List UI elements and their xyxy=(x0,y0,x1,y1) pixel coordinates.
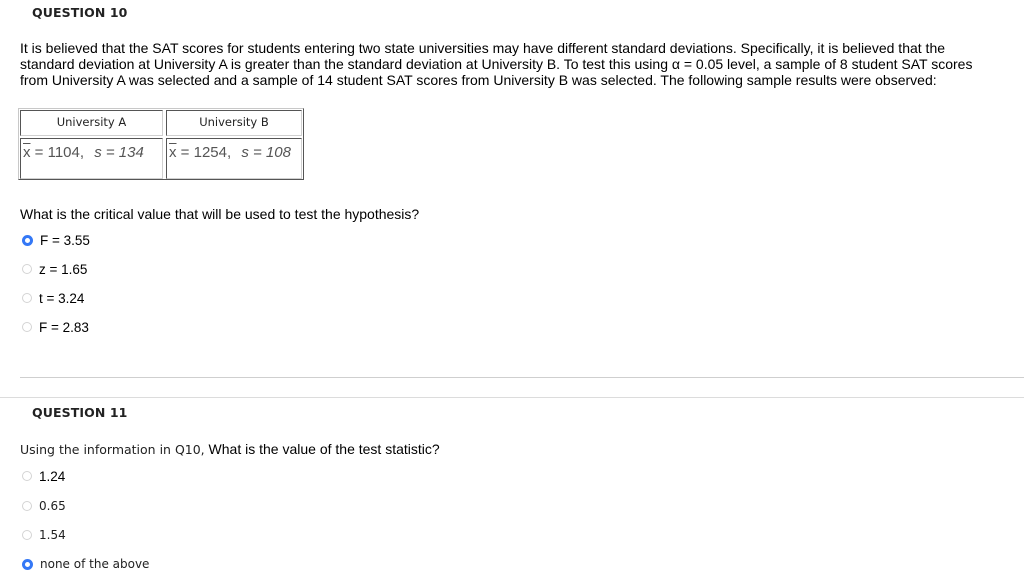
table-header-university-b: University B xyxy=(166,110,302,136)
option-label: none of the above xyxy=(40,557,150,571)
mean-value: = 1104, xyxy=(34,144,85,161)
q11-option-1[interactable]: 1.24 xyxy=(22,468,65,484)
radio-unselected-icon[interactable] xyxy=(22,322,32,332)
question-10-text: It is believed that the SAT scores for s… xyxy=(20,40,973,88)
mean-value: = 1254, xyxy=(180,144,232,161)
option-label: t = 3.24 xyxy=(39,290,85,306)
sample-results-table: University A University B x = 1104, s = … xyxy=(18,108,304,180)
q10-option-3[interactable]: t = 3.24 xyxy=(22,290,84,306)
radio-selected-icon[interactable] xyxy=(22,558,33,570)
option-label: F = 3.55 xyxy=(40,232,90,248)
radio-unselected-icon[interactable] xyxy=(22,501,32,511)
radio-unselected-icon[interactable] xyxy=(22,264,32,274)
q11-option-2[interactable]: 0.65 xyxy=(22,498,66,514)
question-11-prompt: Using the information in Q10, What is th… xyxy=(20,441,440,457)
radio-unselected-icon[interactable] xyxy=(22,293,32,303)
table-cell-university-b: x = 1254, s = 108 xyxy=(166,138,302,179)
q11-option-3[interactable]: 1.54 xyxy=(22,527,66,543)
question-separator xyxy=(0,397,1024,398)
option-label: 0.65 xyxy=(39,499,66,513)
prompt-text: What is the value of the test statistic? xyxy=(204,441,440,457)
q10-option-2[interactable]: z = 1.65 xyxy=(22,261,87,277)
q10-option-1[interactable]: F = 3.55 xyxy=(22,232,90,248)
q11-option-4[interactable]: none of the above xyxy=(22,556,149,572)
radio-selected-icon[interactable] xyxy=(22,234,33,246)
question-11-title: QUESTION 11 xyxy=(32,405,128,420)
std-dev-value: s = 134 xyxy=(94,144,144,161)
xbar-symbol: x xyxy=(169,144,177,161)
table-header-university-a: University A xyxy=(20,110,163,136)
radio-unselected-icon[interactable] xyxy=(22,530,32,540)
table-cell-university-a: x = 1104, s = 134 xyxy=(20,138,163,179)
divider xyxy=(20,377,1024,378)
option-label: 1.54 xyxy=(39,528,66,542)
question-10-title: QUESTION 10 xyxy=(32,5,128,20)
xbar-symbol: x xyxy=(23,144,31,161)
q10-option-4[interactable]: F = 2.83 xyxy=(22,319,89,335)
option-label: z = 1.65 xyxy=(39,261,88,277)
radio-unselected-icon[interactable] xyxy=(22,471,32,481)
option-label: 1.24 xyxy=(39,468,66,484)
std-dev-value: s = 108 xyxy=(241,144,291,161)
prompt-lead: Using the information in Q10, xyxy=(20,442,205,457)
question-10-prompt: What is the critical value that will be … xyxy=(20,206,420,222)
option-label: F = 2.83 xyxy=(39,319,89,335)
